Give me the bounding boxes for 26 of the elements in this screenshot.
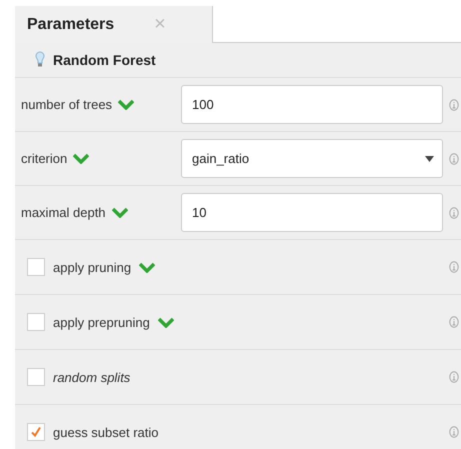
info-icon[interactable]: [449, 152, 459, 164]
dropdown-icon: [425, 156, 434, 162]
input-field[interactable]: 100: [181, 85, 443, 124]
parameter-label: maximal depth: [21, 205, 106, 220]
checkbox[interactable]: [27, 258, 45, 276]
parameter-label: number of trees: [21, 97, 112, 112]
parameters-tab[interactable]: Parameters ×: [15, 6, 213, 43]
info-icon[interactable]: [449, 206, 459, 218]
info-icon[interactable]: [449, 371, 459, 383]
criterion-dropdown[interactable]: gain_ratio: [181, 139, 443, 178]
info-icon[interactable]: [449, 98, 459, 110]
parameter-label: guess subset ratio: [53, 424, 159, 440]
parameter-label: criterion: [21, 151, 68, 166]
parameter-label: random splits: [53, 370, 130, 384]
info-icon[interactable]: [449, 316, 459, 328]
input-field[interactable]: 10: [181, 193, 443, 232]
parameter-label: apply pruning: [53, 260, 132, 274]
lightbulb-icon: [35, 51, 45, 69]
operator-name: Random Forest: [53, 52, 156, 68]
checkbox[interactable]: [27, 368, 45, 386]
check-icon: [30, 426, 42, 438]
info-icon[interactable]: [449, 426, 459, 438]
parameter-label: apply prepruning: [53, 314, 150, 330]
checkbox[interactable]: [27, 423, 45, 441]
checkbox[interactable]: [27, 313, 45, 331]
info-icon[interactable]: [449, 261, 459, 273]
